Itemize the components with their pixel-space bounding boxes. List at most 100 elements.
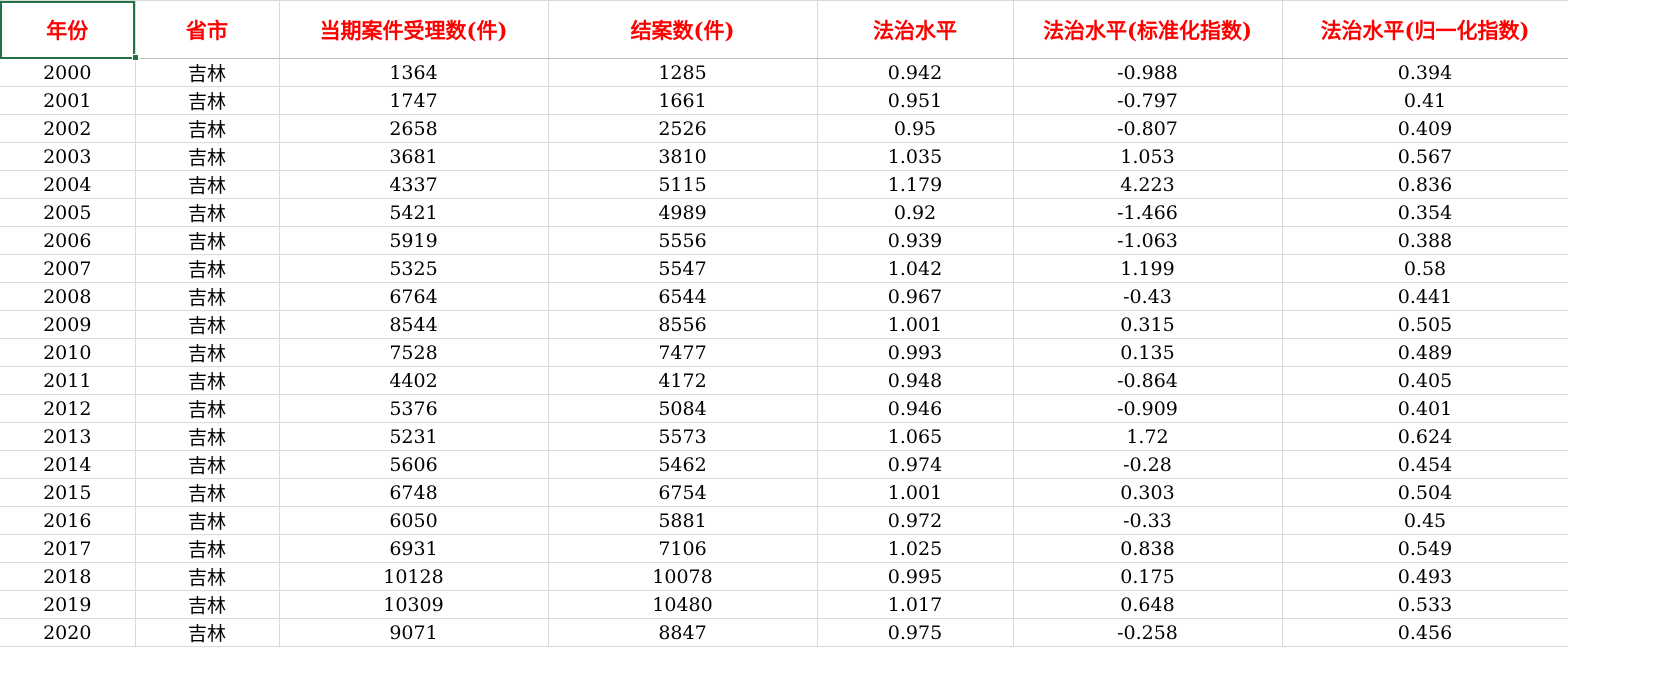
cell-year[interactable]: 2004: [0, 170, 136, 199]
cell-cases-closed[interactable]: 5084: [548, 394, 818, 423]
cell-cases-closed[interactable]: 5462: [548, 450, 818, 479]
cell-province[interactable]: 吉林: [135, 58, 280, 87]
cell-standardized-index[interactable]: -1.466: [1013, 198, 1283, 227]
cell-year[interactable]: 2007: [0, 254, 136, 283]
cell-province[interactable]: 吉林: [135, 394, 280, 423]
cell-rule-of-law[interactable]: 0.972: [817, 506, 1014, 535]
cell-standardized-index[interactable]: -0.797: [1013, 86, 1283, 115]
cell-cases-closed[interactable]: 5556: [548, 226, 818, 255]
cell-standardized-index[interactable]: -0.258: [1013, 618, 1283, 647]
header-cell-province[interactable]: 省市: [135, 0, 280, 59]
cell-cases-closed[interactable]: 5573: [548, 422, 818, 451]
cell-rule-of-law[interactable]: 1.025: [817, 534, 1014, 563]
cell-standardized-index[interactable]: 0.135: [1013, 338, 1283, 367]
cell-rule-of-law[interactable]: 0.946: [817, 394, 1014, 423]
cell-cases-accepted[interactable]: 6050: [279, 506, 549, 535]
cell-cases-accepted[interactable]: 1364: [279, 58, 549, 87]
cell-cases-accepted[interactable]: 4337: [279, 170, 549, 199]
cell-cases-closed[interactable]: 7477: [548, 338, 818, 367]
cell-cases-closed[interactable]: 1285: [548, 58, 818, 87]
cell-rule-of-law[interactable]: 1.065: [817, 422, 1014, 451]
cell-province[interactable]: 吉林: [135, 590, 280, 619]
cell-year[interactable]: 2015: [0, 478, 136, 507]
header-cell-standardized-index[interactable]: 法治水平(标准化指数): [1013, 0, 1283, 59]
cell-cases-closed[interactable]: 7106: [548, 534, 818, 563]
cell-normalized-index[interactable]: 0.567: [1282, 142, 1568, 171]
cell-normalized-index[interactable]: 0.493: [1282, 562, 1568, 591]
fill-handle[interactable]: [132, 54, 139, 61]
cell-year[interactable]: 2009: [0, 310, 136, 339]
cell-rule-of-law[interactable]: 0.95: [817, 114, 1014, 143]
cell-normalized-index[interactable]: 0.41: [1282, 86, 1568, 115]
cell-standardized-index[interactable]: -0.807: [1013, 114, 1283, 143]
cell-cases-closed[interactable]: 5881: [548, 506, 818, 535]
cell-province[interactable]: 吉林: [135, 450, 280, 479]
cell-rule-of-law[interactable]: 0.951: [817, 86, 1014, 115]
cell-cases-closed[interactable]: 10078: [548, 562, 818, 591]
cell-normalized-index[interactable]: 0.504: [1282, 478, 1568, 507]
cell-year[interactable]: 2012: [0, 394, 136, 423]
cell-province[interactable]: 吉林: [135, 142, 280, 171]
cell-normalized-index[interactable]: 0.45: [1282, 506, 1568, 535]
cell-province[interactable]: 吉林: [135, 86, 280, 115]
cell-normalized-index[interactable]: 0.489: [1282, 338, 1568, 367]
cell-cases-accepted[interactable]: 6931: [279, 534, 549, 563]
cell-standardized-index[interactable]: 0.648: [1013, 590, 1283, 619]
cell-cases-accepted[interactable]: 6748: [279, 478, 549, 507]
cell-normalized-index[interactable]: 0.354: [1282, 198, 1568, 227]
cell-rule-of-law[interactable]: 0.967: [817, 282, 1014, 311]
cell-normalized-index[interactable]: 0.836: [1282, 170, 1568, 199]
cell-standardized-index[interactable]: -0.864: [1013, 366, 1283, 395]
cell-cases-closed[interactable]: 4172: [548, 366, 818, 395]
cell-cases-accepted[interactable]: 10128: [279, 562, 549, 591]
cell-normalized-index[interactable]: 0.441: [1282, 282, 1568, 311]
cell-cases-closed[interactable]: 6754: [548, 478, 818, 507]
cell-year[interactable]: 2005: [0, 198, 136, 227]
cell-normalized-index[interactable]: 0.58: [1282, 254, 1568, 283]
cell-province[interactable]: 吉林: [135, 198, 280, 227]
cell-cases-closed[interactable]: 8556: [548, 310, 818, 339]
cell-rule-of-law[interactable]: 1.035: [817, 142, 1014, 171]
cell-standardized-index[interactable]: 0.175: [1013, 562, 1283, 591]
cell-standardized-index[interactable]: -0.28: [1013, 450, 1283, 479]
header-cell-cases-closed[interactable]: 结案数(件): [548, 0, 818, 59]
cell-province[interactable]: 吉林: [135, 310, 280, 339]
cell-standardized-index[interactable]: -0.43: [1013, 282, 1283, 311]
cell-province[interactable]: 吉林: [135, 366, 280, 395]
cell-cases-accepted[interactable]: 5919: [279, 226, 549, 255]
cell-cases-accepted[interactable]: 6764: [279, 282, 549, 311]
cell-year[interactable]: 2001: [0, 86, 136, 115]
cell-standardized-index[interactable]: 0.838: [1013, 534, 1283, 563]
header-cell-rule-of-law[interactable]: 法治水平: [817, 0, 1014, 59]
cell-standardized-index[interactable]: 0.315: [1013, 310, 1283, 339]
cell-rule-of-law[interactable]: 0.92: [817, 198, 1014, 227]
cell-normalized-index[interactable]: 0.401: [1282, 394, 1568, 423]
cell-province[interactable]: 吉林: [135, 170, 280, 199]
cell-cases-accepted[interactable]: 10309: [279, 590, 549, 619]
cell-normalized-index[interactable]: 0.394: [1282, 58, 1568, 87]
cell-year[interactable]: 2017: [0, 534, 136, 563]
cell-cases-accepted[interactable]: 5606: [279, 450, 549, 479]
cell-rule-of-law[interactable]: 1.001: [817, 478, 1014, 507]
cell-standardized-index[interactable]: -0.33: [1013, 506, 1283, 535]
header-cell-cases-accepted[interactable]: 当期案件受理数(件): [279, 0, 549, 59]
cell-cases-closed[interactable]: 6544: [548, 282, 818, 311]
cell-rule-of-law[interactable]: 0.975: [817, 618, 1014, 647]
cell-cases-accepted[interactable]: 3681: [279, 142, 549, 171]
cell-province[interactable]: 吉林: [135, 114, 280, 143]
cell-province[interactable]: 吉林: [135, 506, 280, 535]
cell-province[interactable]: 吉林: [135, 226, 280, 255]
cell-year[interactable]: 2018: [0, 562, 136, 591]
cell-cases-accepted[interactable]: 1747: [279, 86, 549, 115]
cell-normalized-index[interactable]: 0.533: [1282, 590, 1568, 619]
cell-standardized-index[interactable]: -0.909: [1013, 394, 1283, 423]
cell-cases-closed[interactable]: 5547: [548, 254, 818, 283]
cell-normalized-index[interactable]: 0.454: [1282, 450, 1568, 479]
cell-rule-of-law[interactable]: 1.017: [817, 590, 1014, 619]
cell-cases-closed[interactable]: 5115: [548, 170, 818, 199]
cell-rule-of-law[interactable]: 0.974: [817, 450, 1014, 479]
cell-normalized-index[interactable]: 0.456: [1282, 618, 1568, 647]
cell-cases-closed[interactable]: 10480: [548, 590, 818, 619]
cell-standardized-index[interactable]: 4.223: [1013, 170, 1283, 199]
cell-cases-closed[interactable]: 8847: [548, 618, 818, 647]
